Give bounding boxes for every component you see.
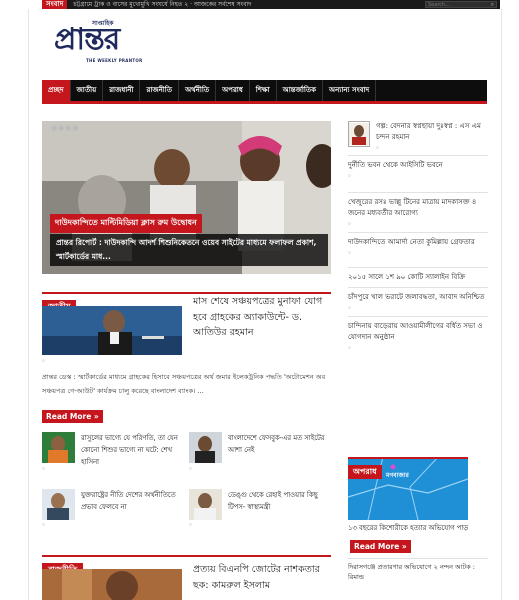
mini-story-thumb[interactable] bbox=[189, 489, 222, 520]
crime-story-item[interactable]: দিরাসগঞ্জে প্রতারণার অভিযোগে ২ নন্দন আটক… bbox=[348, 558, 488, 582]
comment-count: ০ bbox=[348, 251, 351, 256]
hero-headline-tag[interactable]: দাউদকান্দিতে মাল্টিমিডিয়া ক্লাস রুম উদ্… bbox=[50, 214, 202, 233]
sidebar-item[interactable]: চাঁদপুরে খাল ভরাটে জলাবদ্ধতা, আবাদ অনিশ্… bbox=[348, 287, 488, 316]
comment-count: ০ bbox=[189, 523, 192, 528]
mini-story-title[interactable]: বাংলাদেশে ফেসবুক-এর মত সাইটের আশা নেই bbox=[228, 432, 332, 463]
hero-slider[interactable]: ●●●● দাউদকান্দিতে মাল্টিমিডিয়া ক্লাস রু… bbox=[42, 121, 331, 274]
nav-item-education[interactable]: শিক্ষা bbox=[250, 80, 277, 101]
comment-count: ০ bbox=[348, 306, 351, 311]
comment-count: ০ bbox=[348, 174, 351, 179]
logo-tagline: THE WEEKLY PRANTOR bbox=[86, 58, 143, 63]
lead-story-excerpt: প্রান্তর ডেস্ক : স্মার্টকার্ডের মাধ্যমে … bbox=[42, 373, 326, 395]
breaking-ticker: সংবাদ চট্টগ্রামে ট্রাক ও বাসের মুখোমুখি … bbox=[42, 0, 500, 9]
slider-dots[interactable]: ●●●● bbox=[51, 124, 79, 132]
mini-story[interactable]: বাংলাদেশে ফেসবুক-এর মত সাইটের আশা নেই bbox=[189, 432, 332, 463]
sidebar-item-title[interactable]: চাঁদপুরে খাল ভরাটে জলাবদ্ধতা, আবাদ অনিশ্… bbox=[348, 292, 488, 303]
comment-count: ০ bbox=[376, 146, 379, 151]
sidebar-item-title[interactable]: দুর্নীতি ভবন থেকে আইসিটি ভবনে bbox=[348, 160, 488, 171]
mini-story[interactable]: ডেঙ্গু থেকে রেহাই পাওয়ার কিছু টিপস- স্ব… bbox=[189, 489, 332, 520]
politics-story-title[interactable]: প্রত্যয় বিএনপি জোটের নাশকতার ছক: কামরুল… bbox=[193, 562, 333, 593]
site-logo[interactable]: সাপ্তাহিক প্রান্তর THE WEEKLY PRANTOR bbox=[54, 18, 174, 66]
comment-count: ০ bbox=[42, 523, 45, 528]
read-more-button[interactable]: Read More » bbox=[42, 410, 103, 423]
sidebar-feature-title[interactable]: গল্প: বেদনার স্বপ্নছায়া দুঃস্বপ্ন : এস … bbox=[376, 121, 488, 143]
sidebar-item-title[interactable]: ২০১৫ সালে ১শ ৯০ কোটি স্যালাইন বিক্রি bbox=[348, 272, 488, 283]
sidebar-feature[interactable]: গল্প: বেদনার স্বপ্নছায়া দুঃস্বপ্ন : এস … bbox=[348, 121, 488, 155]
category-header-crime: অপরাধ bbox=[348, 457, 468, 479]
logo-wordmark: প্রান্তর bbox=[54, 22, 120, 57]
mini-story-thumb[interactable] bbox=[42, 489, 75, 520]
mini-story[interactable]: রাসুলের ভাগ্যে যে পরিণতি, তা যেন কোনো শি… bbox=[42, 432, 185, 468]
sidebar-feature-thumb[interactable] bbox=[348, 121, 370, 147]
nav-item-international[interactable]: আন্তর্জাতিক bbox=[277, 80, 324, 101]
sidebar-item[interactable]: দুর্নীতি ভবন থেকে আইসিটি ভবনে ০ bbox=[348, 155, 488, 184]
lead-story-title[interactable]: মাস শেষে সঞ্চয়পত্রের মুনাফা যোগ হবে গ্র… bbox=[193, 294, 331, 341]
nav-item-economy[interactable]: অর্থনীতি bbox=[179, 80, 217, 101]
comment-count: ০ bbox=[348, 346, 351, 351]
mini-story-title[interactable]: রাসুলের ভাগ্যে যে পরিণতি, তা যেন কোনো শি… bbox=[81, 432, 185, 468]
mini-story-title[interactable]: যুক্তরাষ্ট্রের নীতি দেশের অর্থনীতিতে প্র… bbox=[81, 489, 185, 520]
ticker-headline[interactable]: চট্টগ্রামে ট্রাক ও বাসের মুখোমুখি সংঘর্ষ… bbox=[73, 0, 425, 9]
hero-caption[interactable]: প্রান্তর রিপোর্ট : দাউদকান্দি আদর্শ শিশু… bbox=[50, 234, 328, 266]
sidebar-latest: গল্প: বেদনার স্বপ্নছায়া দুঃস্বপ্ন : এস … bbox=[348, 121, 488, 356]
mini-story[interactable]: যুক্তরাষ্ট্রের নীতি দেশের অর্থনীতিতে প্র… bbox=[42, 489, 185, 520]
search-icon[interactable]: ⌕ bbox=[491, 1, 494, 8]
category-label[interactable]: অপরাধ bbox=[348, 465, 382, 479]
nav-item-capital[interactable]: রাজধানী bbox=[103, 80, 141, 101]
mini-story-thumb[interactable] bbox=[42, 432, 75, 463]
mini-story-thumb[interactable] bbox=[189, 432, 222, 463]
nav-item-national[interactable]: জাতীয় bbox=[71, 80, 104, 101]
nav-item-politics[interactable]: রাজনীতি bbox=[140, 80, 180, 101]
sidebar-item-title[interactable]: দাউদকান্দিতে আমার্দা নেতা কুমিল্লায় গ্র… bbox=[348, 237, 488, 248]
comment-count: ০ bbox=[348, 222, 351, 227]
mini-story-title[interactable]: ডেঙ্গু থেকে রেহাই পাওয়ার কিছু টিপস- স্ব… bbox=[228, 489, 332, 520]
sidebar-item[interactable]: চান্দিনায় বাড়েরায় আওয়ামীলীগের বর্ধিত… bbox=[348, 316, 488, 356]
lead-story-image[interactable] bbox=[42, 306, 182, 355]
nav-item-other-news[interactable]: অন্যান্য সংবাদ bbox=[323, 80, 377, 101]
sidebar-item[interactable]: খেজুরের রসঃ ভাল্লু টিনের মাত্রায় মাদকাস… bbox=[348, 192, 488, 232]
map-location-label: মগবাজার bbox=[386, 472, 409, 479]
main-nav: প্রচ্ছদ জাতীয় রাজধানী রাজনীতি অর্থনীতি … bbox=[42, 80, 487, 104]
ticker-label: সংবাদ bbox=[42, 0, 68, 9]
sidebar-item-title[interactable]: চান্দিনায় বাড়েরায় আওয়ামীলীগের বর্ধিত… bbox=[348, 321, 488, 343]
comment-count: ০ bbox=[42, 359, 45, 364]
comment-count: ০ bbox=[189, 467, 192, 472]
nav-item-crime[interactable]: অপরাধ bbox=[216, 80, 250, 101]
search-input[interactable] bbox=[428, 1, 486, 8]
comment-count: ০ bbox=[42, 467, 45, 472]
read-more-button[interactable]: Read More » bbox=[350, 540, 411, 553]
search-box[interactable]: ⌕ bbox=[425, 1, 497, 8]
sidebar-item[interactable]: ২০১৫ সালে ১শ ৯০ কোটি স্যালাইন বিক্রি bbox=[348, 267, 488, 287]
sidebar-item[interactable]: দাউদকান্দিতে আমার্দা নেতা কুমিল্লায় গ্র… bbox=[348, 232, 488, 261]
politics-story-image[interactable] bbox=[42, 569, 182, 600]
sidebar-item-title[interactable]: খেজুরের রসঃ ভাল্লু টিনের মাত্রায় মাদকাস… bbox=[348, 197, 488, 219]
nav-item-home[interactable]: প্রচ্ছদ bbox=[42, 80, 71, 101]
crime-story-title[interactable]: ১৩ বছরের কিশোরীকে হত্যার অভিযোগ পাড় bbox=[348, 523, 488, 534]
